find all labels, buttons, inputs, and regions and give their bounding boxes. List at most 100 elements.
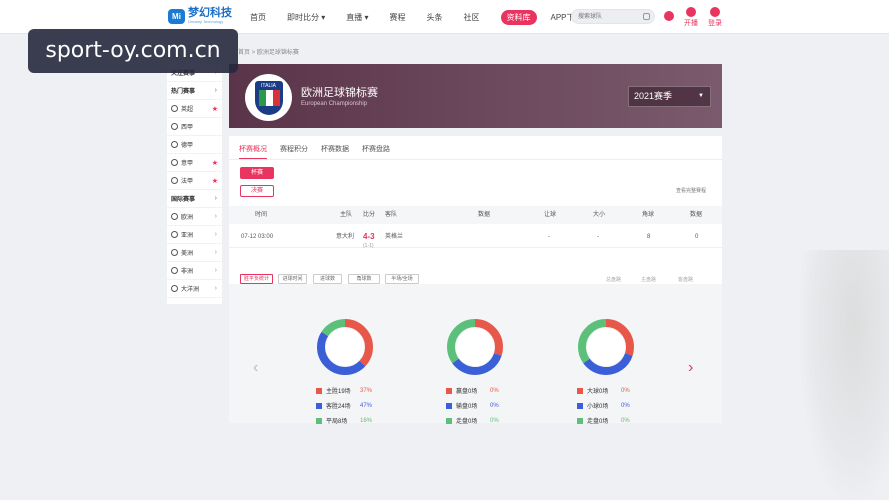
nav-database[interactable]: 资料库 [500,10,537,25]
filter-home-trend[interactable]: 主盘路 [641,276,656,283]
tab-standings[interactable]: 赛程积分 [280,144,308,159]
filter-away-trend[interactable]: 客盘路 [678,276,693,283]
corner-value: 8 [647,234,651,240]
search-input[interactable] [572,10,640,23]
sidebar-item[interactable]: 亚洲 › [167,226,222,244]
player-background-image [800,250,889,500]
sidebar-item[interactable]: 大洋洲 › [167,280,222,298]
star-icon[interactable]: ★ [212,177,218,185]
nav-headlines[interactable]: 头条 [427,12,443,23]
stage-final-button[interactable]: 决赛 [240,185,274,197]
sidebar-item[interactable]: 欧洲 › [167,208,222,226]
chevron-right-icon: › [214,195,217,202]
brand-logo[interactable]: Mi 梦幻科技 Dreamy Technology [168,8,232,24]
league-icon [171,177,178,184]
match-table-header: 时间 主队 比分 客队 数据 让球 大小 角球 数据 [229,206,722,224]
donut-handicap-svg [447,319,503,375]
legend-item: 平局8场 16% [316,413,376,428]
tab-cup-data[interactable]: 杯赛数据 [321,144,349,159]
nav-schedule[interactable]: 赛程 [390,12,406,23]
sidebar-item-label: 国际赛事 [171,197,196,203]
next-chevron-icon[interactable]: › [688,360,693,376]
sidebar-item[interactable]: 德甲 [167,136,222,154]
away-team[interactable]: 英格兰 [385,228,403,246]
login-button[interactable]: 登录 [708,7,722,28]
chevron-right-icon: › [214,87,217,94]
col-time: 时间 [255,212,268,218]
sidebar-item[interactable]: 美洲 › [167,244,222,262]
filter-goal-count[interactable]: 进球数 [313,274,342,284]
search-icon[interactable] [643,13,650,20]
match-time: 07-12 03:00 [241,234,274,240]
nav-live-stream[interactable]: 直播 ▾ [346,12,368,23]
sidebar-item[interactable]: 意甲 ★ [167,154,222,172]
col-data: 数据 [478,212,491,218]
breadcrumb[interactable]: 首页 > 欧洲足球锦标赛 [238,47,299,56]
watermark-overlay: sport-oy.com.cn [28,29,238,73]
league-icon [171,213,178,220]
donut-hole [456,328,494,366]
legend-item: 走盘0场 0% [577,413,637,428]
table-row[interactable]: 07-12 03:00 意大利 4-3 (1-1) 英格兰 - - 8 0 [229,228,722,249]
sidebar-item-label: 意甲 [181,161,194,167]
legend-over-under: 大球0场 0% 小球0场 0% 走盘0场 0% [577,383,637,428]
filter-goal-time[interactable]: 进球时间 [278,274,307,284]
home-team[interactable]: 意大利 [336,228,354,246]
star-icon[interactable]: ★ [212,159,218,167]
nav-live-score[interactable]: 即时比分 ▾ [287,12,325,23]
donut-wdl-svg [317,319,373,375]
stage-cup-button[interactable]: 杯赛 [240,167,274,179]
league-title: 欧洲足球锦标赛 [301,87,378,99]
score-full: 4-3 [363,232,375,241]
score-half: (1-1) [363,243,374,249]
match-score[interactable]: 4-3 (1-1) [363,231,375,249]
sidebar-item[interactable]: 法甲 ★ [167,172,222,190]
chevron-down-icon: ▼ [698,93,704,99]
sidebar-item[interactable]: 非洲 › [167,262,222,280]
broadcast-button[interactable]: 开播 [684,7,698,28]
sidebar-item-label: 欧洲 [181,215,194,221]
user-icon [710,7,720,17]
col-score: 比分 [363,212,376,218]
filter-corners[interactable]: 角球数 [348,274,380,284]
league-icon [171,285,178,292]
login-label: 登录 [708,20,722,27]
sidebar-item[interactable]: 英超 ★ [167,100,222,118]
col-data-2: 数据 [690,212,703,218]
league-subtitle: European Championship [301,101,368,107]
legend-item: 大球0场 0% [577,383,637,398]
sidebar: 关注赛事›热门赛事›英超★西甲德甲意甲★法甲★国际赛事›欧洲›亚洲›美洲›非洲›… [167,64,222,304]
league-banner: ITALIA 欧洲足球锦标赛 European Championship 202… [229,64,722,128]
tab-overview[interactable]: 杯赛概况 [239,144,267,159]
league-icon [171,105,178,112]
legend-item: 客胜24场 47% [316,398,376,413]
brand-subtitle: Dreamy Technology [188,19,224,24]
full-schedule-link[interactable]: 查看完整赛程 [676,187,706,194]
search-box [571,9,655,24]
brand-name: 梦幻科技 [188,7,232,19]
app-icon[interactable] [664,11,674,22]
donut-chart-wdl [316,318,374,376]
sidebar-item-label: 美洲 [181,251,194,257]
season-select[interactable]: 2021赛季 ▼ [628,86,711,107]
filter-wdl[interactable]: 胜平负统计 [240,274,273,284]
tab-odds-trend[interactable]: 杯赛盘路 [362,144,390,159]
league-emblem: ITALIA [245,74,292,121]
donut-hole [326,328,364,366]
prev-chevron-icon[interactable]: ‹ [253,360,258,376]
star-icon[interactable]: ★ [212,105,218,113]
col-over-under: 大小 [593,212,606,218]
col-handicap: 让球 [544,212,557,218]
donut-chart-handicap [446,318,504,376]
legend-wdl: 主胜19场 37% 客胜24场 47% 平局8场 16% [316,383,376,428]
filter-total-trend[interactable]: 总盘路 [606,276,621,283]
nav-home[interactable]: 首页 [250,12,266,23]
sidebar-item[interactable]: 西甲 [167,118,222,136]
sidebar-item[interactable]: 国际赛事 › [167,190,222,208]
nav-community[interactable]: 社区 [464,12,480,23]
filter-half-full[interactable]: 半场/全场 [385,274,419,284]
sidebar-item[interactable]: 热门赛事 › [167,82,222,100]
tab-divider [229,159,722,160]
donut-over-under-svg [578,319,634,375]
chevron-right-icon: › [214,249,217,256]
